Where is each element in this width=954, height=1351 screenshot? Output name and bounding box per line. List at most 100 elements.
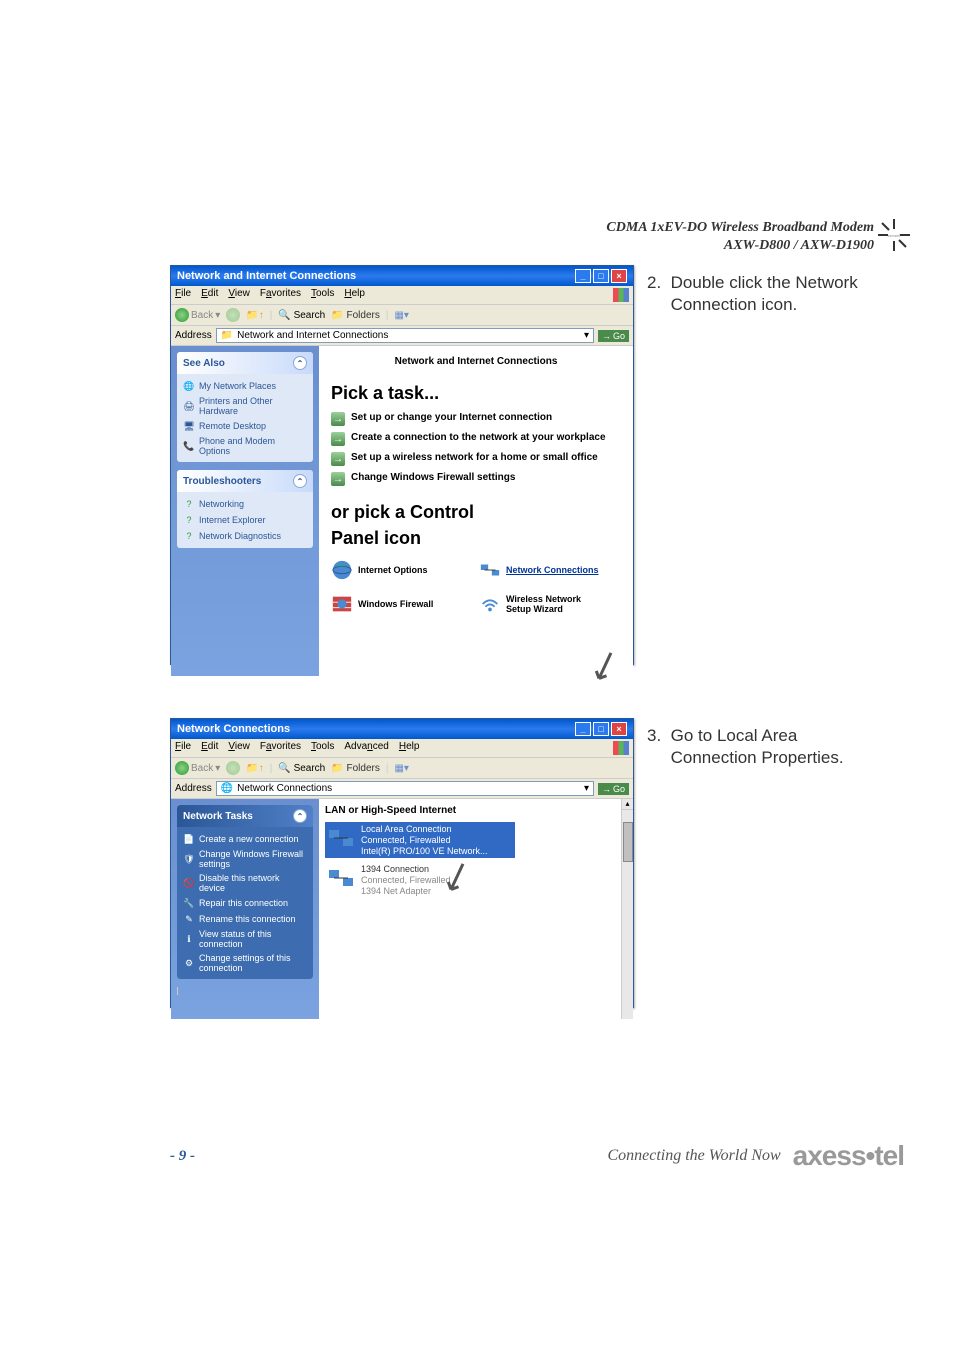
troubleshooters-header[interactable]: Troubleshooters ⌃: [177, 470, 313, 492]
collapse-icon[interactable]: ⌃: [293, 356, 307, 370]
local-area-connection-item[interactable]: Local Area Connection Connected, Firewal…: [325, 822, 515, 858]
back-button[interactable]: Back ▾: [175, 308, 220, 322]
go-button[interactable]: → Go: [598, 783, 629, 795]
window-title: Network and Internet Connections: [177, 270, 356, 282]
connection-device: Intel(R) PRO/100 VE Network...: [361, 846, 488, 857]
content-scrollbar[interactable]: ▴: [621, 799, 633, 1019]
sidebar-item-remote[interactable]: 🖥Remote Desktop: [183, 418, 307, 434]
address-input[interactable]: 🌐 Network Connections ▾: [216, 781, 594, 796]
menu-favorites[interactable]: Favorites: [260, 741, 301, 755]
menu-tools[interactable]: Tools: [311, 741, 334, 755]
1394-connection-icon: [327, 864, 355, 892]
back-icon: [175, 761, 189, 775]
menu-view[interactable]: View: [228, 288, 250, 302]
windows-firewall-icon[interactable]: Windows Firewall: [331, 593, 451, 615]
menu-tools[interactable]: Tools: [311, 288, 334, 302]
internet-options-icon[interactable]: Internet Options: [331, 559, 451, 581]
network-icon: 🌐: [221, 783, 233, 794]
menu-advanced[interactable]: Advanced: [344, 741, 388, 755]
task-firewall-settings[interactable]: →Change Windows Firewall settings: [331, 472, 621, 486]
sidebar-item-view-status[interactable]: ℹView status of this connection: [183, 927, 307, 951]
sidebar-item-diagnostics[interactable]: ?Network Diagnostics: [183, 528, 307, 544]
close-button[interactable]: ×: [611, 269, 627, 283]
header-model: AXW-D800 / AXW-D1900: [606, 238, 874, 254]
sidebar-item-phone[interactable]: 📞Phone and Modem Options: [183, 434, 307, 458]
up-button[interactable]: 📁↑: [246, 310, 263, 321]
titlebar[interactable]: Network Connections _ □ ×: [171, 719, 633, 739]
up-button[interactable]: 📁↑: [246, 763, 263, 774]
document-header: CDMA 1xEV-DO Wireless Broadband Modem AX…: [606, 220, 874, 254]
address-input[interactable]: 📁 Network and Internet Connections ▾: [216, 328, 594, 343]
search-button[interactable]: 🔍 Search: [278, 763, 325, 774]
back-icon: [175, 308, 189, 322]
minimize-button[interactable]: _: [575, 269, 591, 283]
titlebar[interactable]: Network and Internet Connections _ □ ×: [171, 266, 633, 286]
minimize-button[interactable]: _: [575, 722, 591, 736]
close-button[interactable]: ×: [611, 722, 627, 736]
menu-help[interactable]: Help: [344, 288, 365, 302]
sidebar: Network Tasks ⌃ 📄Create a new connection…: [171, 799, 319, 1019]
sidebar-item-firewall[interactable]: 🛡Change Windows Firewall settings: [183, 847, 307, 871]
scroll-thumb[interactable]: [623, 822, 633, 862]
sidebar-item-repair[interactable]: 🔧Repair this connection: [183, 895, 307, 911]
header-product: CDMA 1xEV-DO Wireless Broadband Modem: [606, 220, 874, 236]
folders-button[interactable]: 📁 Folders: [331, 310, 380, 321]
views-button[interactable]: ▦▾: [394, 310, 408, 321]
collapse-icon[interactable]: ⌃: [293, 809, 307, 823]
wireless-wizard-icon[interactable]: Wireless Network Setup Wizard: [479, 593, 599, 615]
menu-edit[interactable]: Edit: [201, 741, 218, 755]
sidebar-scrollbar[interactable]: [177, 987, 189, 995]
menu-help[interactable]: Help: [399, 741, 420, 755]
back-button[interactable]: Back ▾: [175, 761, 220, 775]
windows-flag-icon: [613, 741, 629, 755]
search-button[interactable]: 🔍 Search: [278, 310, 325, 321]
window-title: Network Connections: [177, 723, 290, 735]
views-button[interactable]: ▦▾: [394, 763, 408, 774]
menu-view[interactable]: View: [228, 741, 250, 755]
page-number: - 9 -: [170, 1148, 195, 1165]
sidebar-item-create-connection[interactable]: 📄Create a new connection: [183, 831, 307, 847]
new-connection-icon: 📄: [183, 833, 195, 845]
step-2-number: 2.: [647, 273, 661, 292]
sidebar-item-networking[interactable]: ?Networking: [183, 496, 307, 512]
task-setup-internet[interactable]: →Set up or change your Internet connecti…: [331, 412, 621, 426]
see-also-header[interactable]: See Also ⌃: [177, 352, 313, 374]
forward-button[interactable]: [226, 761, 240, 775]
sidebar-item-ie[interactable]: ?Internet Explorer: [183, 512, 307, 528]
step-2-instruction: 2. Double click the Network Connection i…: [647, 272, 858, 316]
menu-favorites[interactable]: Favorites: [260, 288, 301, 302]
step-3-instruction: 3. Go to Local Area Connection Propertie…: [647, 725, 844, 769]
footer-tagline: Connecting the World Now: [607, 1147, 780, 1165]
folder-icon: 📁: [221, 330, 233, 341]
network-tasks-header[interactable]: Network Tasks ⌃: [177, 805, 313, 827]
network-connections-window: Network Connections _ □ × File Edit View…: [170, 718, 634, 1008]
forward-button[interactable]: [226, 308, 240, 322]
menu-file[interactable]: File: [175, 741, 191, 755]
repair-icon: 🔧: [183, 897, 195, 909]
folders-button[interactable]: 📁 Folders: [331, 763, 380, 774]
brand-logo-icon: axesstel: [874, 215, 914, 255]
connection-name: Local Area Connection: [361, 824, 488, 835]
sidebar-item-change-settings[interactable]: ⚙Change settings of this connection: [183, 951, 307, 975]
task-wireless-network[interactable]: →Set up a wireless network for a home or…: [331, 452, 621, 466]
or-pick-heading-2: Panel icon: [331, 528, 621, 550]
connection-status: Connected, Firewalled: [361, 835, 488, 846]
task-workplace-connection[interactable]: →Create a connection to the network at y…: [331, 432, 621, 446]
menu-edit[interactable]: Edit: [201, 288, 218, 302]
sidebar-item-printers[interactable]: 🖨Printers and Other Hardware: [183, 394, 307, 418]
maximize-button[interactable]: □: [593, 722, 609, 736]
1394-connection-item[interactable]: 1394 Connection Connected, Firewalled 13…: [325, 862, 515, 898]
sidebar-item-disable[interactable]: 🚫Disable this network device: [183, 871, 307, 895]
network-connections-icon[interactable]: Network Connections: [479, 559, 599, 581]
sidebar-item-rename[interactable]: ✎Rename this connection: [183, 911, 307, 927]
wireless-icon: [479, 593, 501, 615]
collapse-icon[interactable]: ⌃: [293, 474, 307, 488]
network-places-icon: 🌐: [183, 380, 195, 392]
menu-file[interactable]: File: [175, 288, 191, 302]
help-icon: ?: [183, 530, 195, 542]
control-panel-window: Network and Internet Connections _ □ × F…: [170, 265, 634, 665]
go-button[interactable]: → Go: [598, 330, 629, 342]
sidebar-item-network-places[interactable]: 🌐My Network Places: [183, 378, 307, 394]
phone-icon: 📞: [183, 440, 195, 452]
maximize-button[interactable]: □: [593, 269, 609, 283]
